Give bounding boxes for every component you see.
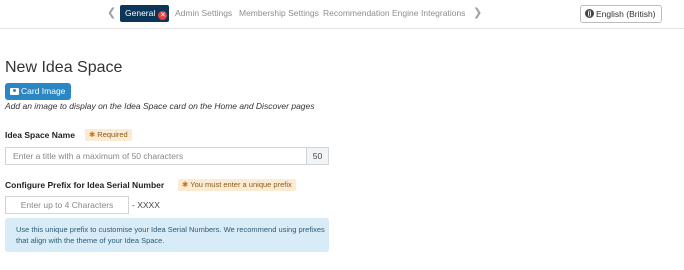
character-counter: 50 [306, 147, 329, 165]
language-label: English (British) [596, 9, 656, 19]
prefix-info-alert: Use this unique prefix to customise your… [5, 218, 329, 252]
page-title: New Idea Space [5, 59, 123, 76]
tab-integrations[interactable]: Integrations [421, 5, 465, 22]
required-badge: ✱ Required [85, 129, 132, 141]
tab-general-label: General [125, 8, 156, 18]
top-navigation-bar: ❮ General ✕ Admin Settings Membership Set… [0, 0, 684, 29]
prefix-label: Configure Prefix for Idea Serial Number [5, 180, 165, 190]
unique-prefix-badge-text: You must enter a unique prefix [190, 180, 292, 189]
idea-space-name-label: Idea Space Name [5, 130, 75, 140]
prefix-input[interactable] [5, 196, 129, 214]
close-icon[interactable]: ✕ [158, 11, 168, 20]
tab-general[interactable]: General ✕ [120, 5, 169, 22]
tab-admin-settings[interactable]: Admin Settings [175, 5, 232, 22]
chevron-right-icon[interactable]: ❯ [473, 7, 482, 19]
card-image-button[interactable]: Card Image [5, 83, 71, 100]
asterisk-icon: ✱ [182, 180, 189, 189]
language-selector-button[interactable]: English (British) [580, 5, 662, 23]
serial-suffix: - XXXX [132, 200, 160, 210]
chevron-left-icon[interactable]: ❮ [107, 7, 116, 19]
idea-space-name-input[interactable] [5, 147, 307, 165]
card-image-help-text: Add an image to display on the Idea Spac… [5, 101, 315, 111]
required-badge-text: Required [97, 130, 128, 139]
tab-recommendation-engine[interactable]: Recommendation Engine [323, 5, 418, 22]
camera-icon [10, 87, 19, 95]
globe-icon [585, 9, 594, 18]
asterisk-icon: ✱ [89, 130, 96, 139]
tab-membership-settings[interactable]: Membership Settings [239, 5, 319, 22]
unique-prefix-badge: ✱ You must enter a unique prefix [178, 179, 296, 191]
card-image-button-label: Card Image [21, 86, 66, 96]
